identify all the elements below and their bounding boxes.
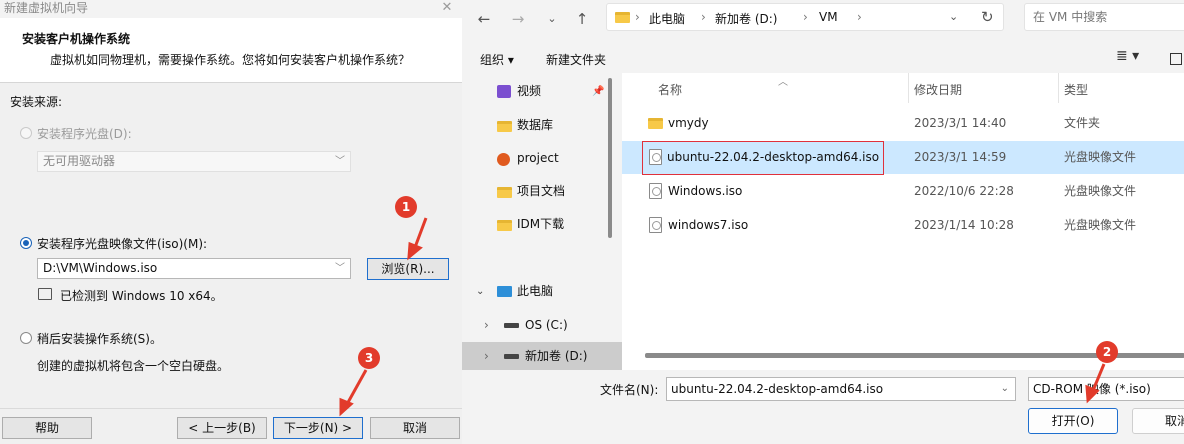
arrow-to-next — [344, 369, 368, 407]
arrow-head — [1085, 384, 1100, 404]
arrow-head — [407, 241, 423, 261]
annotation-arrows — [339, 217, 1106, 417]
arrow-head — [339, 397, 354, 417]
